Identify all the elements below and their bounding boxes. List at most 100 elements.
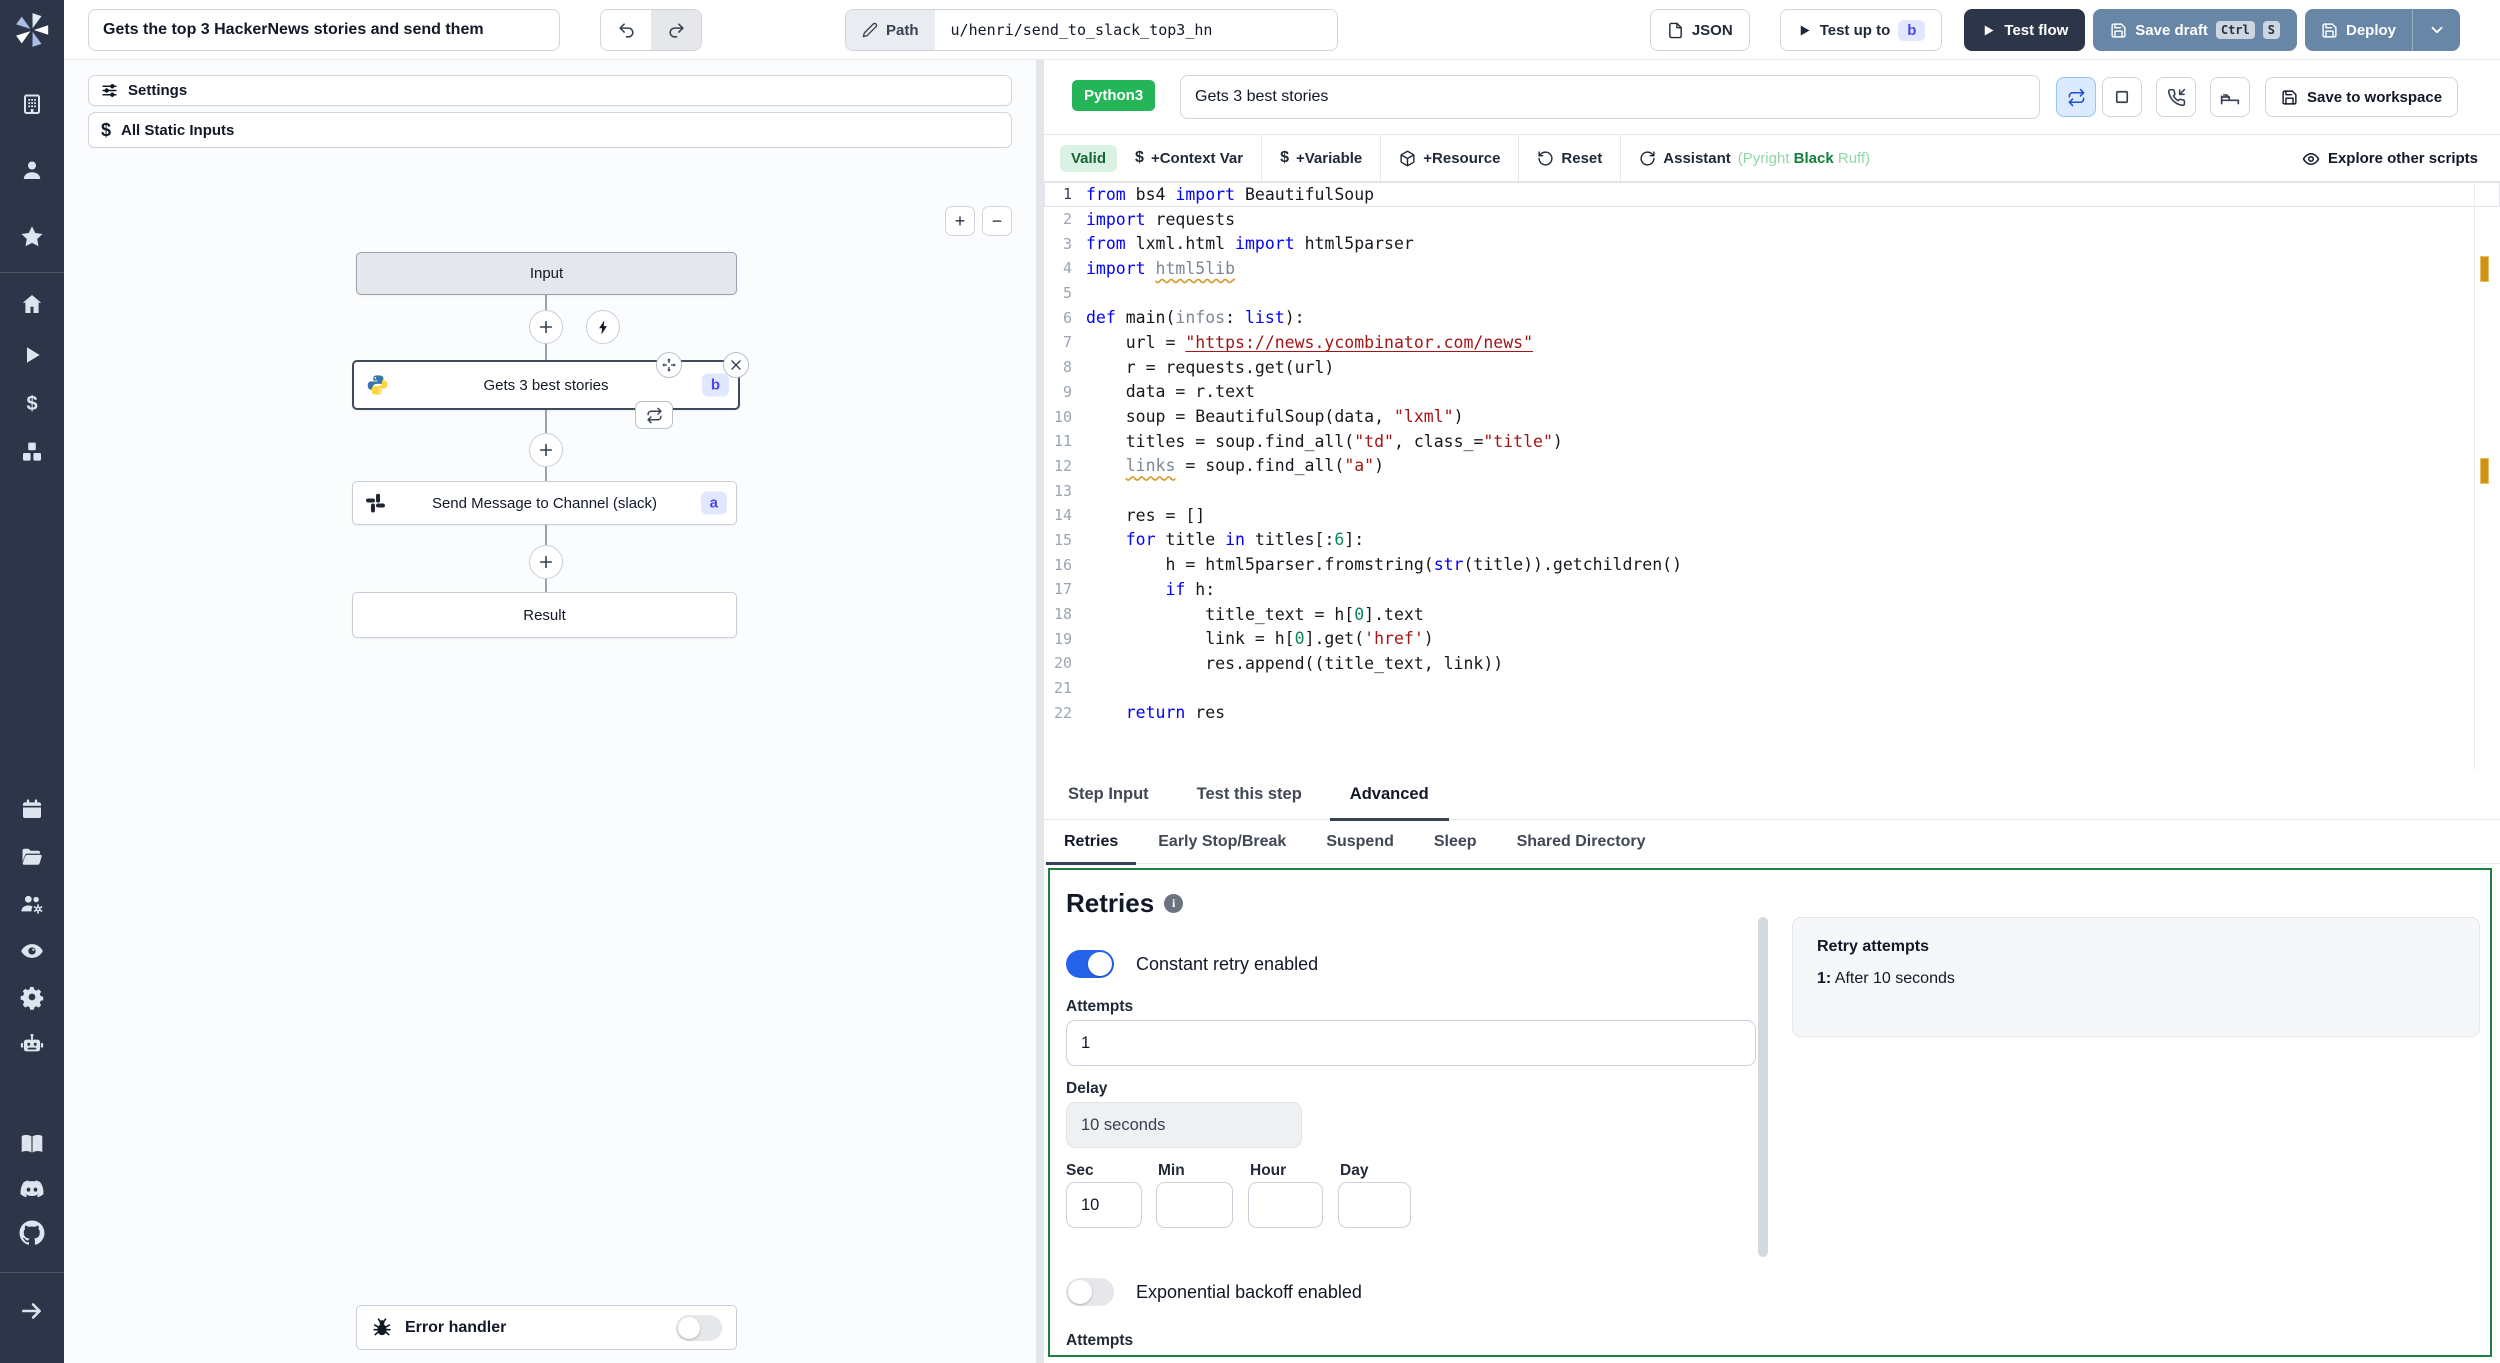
code-line[interactable]: 17 if h: <box>1044 577 2500 602</box>
early-stop-icon-button[interactable] <box>2102 77 2142 117</box>
hour-input[interactable] <box>1248 1182 1323 1228</box>
code-line[interactable]: 7 url = "https://news.ycombinator.com/ne… <box>1044 330 2500 355</box>
tab-step-input[interactable]: Step Input <box>1044 770 1173 820</box>
reset-button[interactable]: Reset <box>1519 144 1620 172</box>
test-flow-button[interactable]: Test flow <box>1964 9 2086 51</box>
code-line[interactable]: 20 res.append((title_text, link)) <box>1044 651 2500 676</box>
deploy-button[interactable]: Deploy <box>2305 9 2412 51</box>
gear-settings-icon[interactable] <box>0 984 64 1010</box>
flow-settings-button[interactable]: Settings <box>88 75 1012 106</box>
code-line[interactable]: 18 title_text = h[0].text <box>1044 602 2500 627</box>
tab-advanced[interactable]: Advanced <box>1326 770 1453 821</box>
subtab-retries[interactable]: Retries <box>1044 820 1138 865</box>
code-line[interactable]: 16 h = html5parser.fromstring(str(title)… <box>1044 552 2500 577</box>
save-to-workspace-button[interactable]: Save to workspace <box>2265 77 2459 117</box>
retries-scrollbar[interactable] <box>1758 917 1768 1257</box>
code-line[interactable]: 5 <box>1044 281 2500 306</box>
undo-button[interactable] <box>601 10 651 50</box>
all-static-inputs-button[interactable]: $ All Static Inputs <box>88 112 1012 148</box>
test-up-to-button[interactable]: Test up to b <box>1779 9 1943 51</box>
tab-test-this-step[interactable]: Test this step <box>1173 770 1326 820</box>
flow-node-input[interactable]: Input <box>356 252 737 295</box>
delete-step-button[interactable] <box>723 352 749 378</box>
add-context-var-button[interactable]: $ +Context Var <box>1117 144 1261 172</box>
book-docs-icon[interactable] <box>0 1131 64 1157</box>
code-line[interactable]: 12 links = soup.find_all("a") <box>1044 454 2500 479</box>
exponential-backoff-toggle[interactable] <box>1066 1278 1114 1306</box>
code-line[interactable]: 3 from lxml.html import html5parser <box>1044 231 2500 256</box>
trigger-bolt-button[interactable] <box>586 310 620 344</box>
step-name-input[interactable] <box>1180 75 2040 119</box>
building-icon[interactable] <box>0 92 64 116</box>
attempts-input[interactable] <box>1066 1020 1756 1066</box>
save-draft-button[interactable]: Save draft Ctrl S <box>2093 9 2297 51</box>
subtab-sleep[interactable]: Sleep <box>1414 820 1497 864</box>
sec-input[interactable] <box>1066 1182 1142 1228</box>
code-editor[interactable]: 1 from bs4 import BeautifulSoup 2 import re… <box>1044 182 2500 770</box>
flow-node-result[interactable]: Result <box>352 592 737 638</box>
dollar-variables-icon[interactable]: $ <box>0 392 64 416</box>
code-line[interactable]: 4 import html5lib <box>1044 256 2500 281</box>
retry-indicator-button[interactable] <box>635 401 673 429</box>
discord-icon[interactable] <box>0 1176 64 1202</box>
subtab-early-stop[interactable]: Early Stop/Break <box>1138 820 1306 864</box>
code-line[interactable]: 1 from bs4 import BeautifulSoup <box>1044 182 2500 207</box>
retries-icon-button[interactable] <box>2056 77 2096 117</box>
path-control[interactable]: Path u/henri/send_to_slack_top3_hn <box>845 9 1338 51</box>
error-handler-toggle[interactable] <box>676 1314 722 1341</box>
min-input[interactable] <box>1156 1182 1233 1228</box>
code-line[interactable]: 6 def main(infos: list): <box>1044 305 2500 330</box>
assistant-button[interactable]: Assistant (Pyright Black Ruff) <box>1621 144 1888 172</box>
code-line[interactable]: 13 <box>1044 478 2500 503</box>
suspend-icon-button[interactable] <box>2156 77 2196 117</box>
code-line[interactable]: 14 res = [] <box>1044 503 2500 528</box>
refresh-icon <box>1640 150 1655 166</box>
redo-button[interactable] <box>651 10 701 50</box>
code-line[interactable]: 19 link = h[0].get('href') <box>1044 626 2500 651</box>
code-line[interactable]: 9 data = r.text <box>1044 380 2500 405</box>
canvas-zoom-in-button[interactable]: + <box>945 206 975 236</box>
code-line[interactable]: 21 <box>1044 676 2500 701</box>
json-button[interactable]: JSON <box>1649 9 1750 51</box>
flow-node-step-a[interactable]: Send Message to Channel (slack) a <box>352 481 737 525</box>
add-resource-button[interactable]: +Resource <box>1381 144 1518 172</box>
calendar-schedules-icon[interactable] <box>0 797 64 821</box>
play-runs-icon[interactable] <box>0 343 64 367</box>
code-line[interactable]: 22 return res <box>1044 700 2500 725</box>
folder-icon[interactable] <box>0 845 64 869</box>
windmill-logo[interactable] <box>0 0 64 60</box>
day-input[interactable] <box>1338 1182 1411 1228</box>
code-line[interactable]: 11 titles = soup.find_all("td", class_="… <box>1044 429 2500 454</box>
code-line[interactable]: 10 soup = BeautifulSoup(data, "lxml") <box>1044 404 2500 429</box>
constant-retry-toggle[interactable] <box>1066 950 1114 978</box>
eye-audit-icon[interactable] <box>0 938 64 964</box>
boxes-resources-icon[interactable] <box>0 440 64 464</box>
home-icon[interactable] <box>0 292 64 316</box>
canvas-zoom-out-button[interactable]: − <box>982 206 1012 236</box>
code-line[interactable]: 8 r = requests.get(url) <box>1044 355 2500 380</box>
insert-step-button[interactable] <box>529 433 563 467</box>
subtab-shared-directory[interactable]: Shared Directory <box>1497 820 1666 864</box>
add-variable-button[interactable]: $ +Variable <box>1262 144 1380 172</box>
insert-step-button[interactable] <box>529 545 563 579</box>
flow-node-step-b[interactable]: Gets 3 best stories b <box>352 360 740 410</box>
explore-other-scripts-button[interactable]: Explore other scripts <box>2302 135 2478 182</box>
star-icon[interactable] <box>0 224 64 250</box>
code-line[interactable]: 15 for title in titles[:6]: <box>1044 528 2500 553</box>
insert-step-button[interactable] <box>529 310 563 344</box>
flow-title-input[interactable] <box>88 9 560 51</box>
info-icon[interactable]: i <box>1164 894 1184 913</box>
users-gear-icon[interactable] <box>0 891 64 917</box>
deploy-dropdown-button[interactable] <box>2412 9 2460 51</box>
arrow-right-collapse-icon[interactable] <box>0 1298 64 1324</box>
save-icon <box>2282 89 2297 105</box>
github-icon[interactable] <box>0 1220 64 1246</box>
subtab-suspend[interactable]: Suspend <box>1306 820 1414 864</box>
move-step-handle[interactable] <box>656 352 682 378</box>
panel-resize-handle[interactable] <box>1036 60 1044 1363</box>
sleep-icon-button[interactable] <box>2210 77 2250 117</box>
robot-workers-icon[interactable] <box>0 1031 64 1057</box>
user-icon[interactable] <box>0 158 64 182</box>
code-line[interactable]: 2 import requests <box>1044 207 2500 232</box>
error-handler-node[interactable]: Error handler <box>356 1305 737 1350</box>
